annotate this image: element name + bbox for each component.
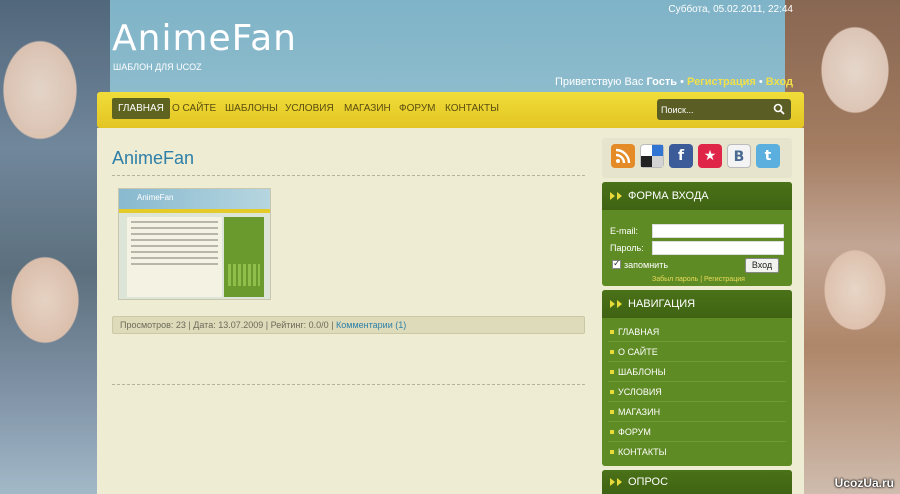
thumb-navbar <box>119 209 270 213</box>
poll-block: ОПРОС <box>602 470 792 494</box>
nav-item-terms[interactable]: УСЛОВИЯ <box>285 103 334 114</box>
poll-block-header: ОПРОС <box>602 470 792 494</box>
nav-item-about[interactable]: О САЙТЕ <box>172 103 216 114</box>
thumb-header: AnimeFan <box>119 189 270 209</box>
forgot-password-link[interactable]: Забыл пароль <box>652 276 698 283</box>
side-nav-terms[interactable]: УСЛОВИЯ <box>610 387 662 397</box>
side-nav-shop[interactable]: МАГАЗИН <box>610 407 660 417</box>
side-nav-home[interactable]: ГЛАВНАЯ <box>610 327 659 337</box>
login-link[interactable]: Вход <box>766 76 793 88</box>
search-box <box>657 99 791 120</box>
comments-link[interactable]: Комментарии (1) <box>336 320 406 330</box>
post-title[interactable]: AnimeFan <box>112 148 194 169</box>
user-greeting: Приветствую Вас Гость • Регистрация • Вх… <box>555 76 793 88</box>
watermark: UcozUa.ru <box>834 476 894 490</box>
greeting-separator: • <box>758 76 763 88</box>
post-thumbnail[interactable]: AnimeFan <box>118 188 271 300</box>
side-nav-forum[interactable]: ФОРУМ <box>610 427 651 437</box>
title-divider <box>112 175 585 176</box>
double-arrow-icon <box>610 300 622 308</box>
poll-block-title: ОПРОС <box>628 476 669 488</box>
content-area: AnimeFan AnimeFan Просмотров: 23 | Дата:… <box>97 128 804 494</box>
navigation-block: НАВИГАЦИЯ ГЛАВНАЯ О САЙТЕ ШАБЛОНЫ УСЛОВИ… <box>602 290 792 466</box>
navigation-block-title: НАВИГАЦИЯ <box>628 298 696 310</box>
site-slogan: ШАБЛОН ДЛЯ UCOZ <box>113 62 202 72</box>
side-nav-templates[interactable]: ШАБЛОНЫ <box>610 367 666 377</box>
rss-icon[interactable] <box>611 144 635 168</box>
main-navbar: ГЛАВНАЯ О САЙТЕ ШАБЛОНЫ УСЛОВИЯ МАГАЗИН … <box>97 92 804 128</box>
search-icon[interactable] <box>773 103 785 115</box>
post-date: 13.07.2009 <box>218 320 264 330</box>
password-label: Пароль: <box>610 243 644 253</box>
nav-item-templates[interactable]: ШАБЛОНЫ <box>225 103 278 114</box>
post-info-bar: Просмотров: 23 | Дата: 13.07.2009 | Рейт… <box>112 316 585 334</box>
nav-item-contacts[interactable]: КОНТАКТЫ <box>445 103 499 114</box>
greeting-separator: • <box>680 76 684 88</box>
register-small-link[interactable]: Регистрация <box>704 276 745 283</box>
nav-item-shop[interactable]: МАГАЗИН <box>344 103 391 114</box>
site-logo[interactable]: AnimeFan <box>112 18 297 59</box>
nav-item-home[interactable]: ГЛАВНАЯ <box>112 98 170 119</box>
remember-checkbox[interactable] <box>612 258 621 269</box>
delicious-icon[interactable] <box>640 144 664 168</box>
login-links-separator: | <box>700 276 703 283</box>
views-label: Просмотров: <box>120 320 174 330</box>
date-label: Дата: <box>193 320 216 330</box>
login-block-header: ФОРМА ВХОДА <box>602 182 792 210</box>
side-nav-contacts[interactable]: КОНТАКТЫ <box>610 447 667 457</box>
email-field[interactable] <box>652 224 784 238</box>
login-block: ФОРМА ВХОДА E-mail: Пароль: запомнить Вх… <box>602 182 792 286</box>
views-count: 23 <box>175 320 186 330</box>
login-block-title: ФОРМА ВХОДА <box>628 190 709 202</box>
twitter-icon[interactable]: t <box>756 144 780 168</box>
email-label: E-mail: <box>610 226 639 236</box>
double-arrow-icon <box>610 192 622 200</box>
current-datetime: Суббота, 05.02.2011, 22:44 <box>668 4 793 15</box>
greeting-text: Приветствую Вас <box>554 76 644 88</box>
side-nav-about[interactable]: О САЙТЕ <box>610 347 658 357</box>
thumb-calendar <box>228 264 260 286</box>
password-field[interactable] <box>652 241 784 255</box>
post-bottom-divider <box>112 384 585 385</box>
register-link[interactable]: Регистрация <box>687 76 756 88</box>
thumb-body <box>127 217 222 297</box>
login-submit-button[interactable]: Вход <box>745 258 779 273</box>
left-anime-artwork <box>0 0 110 494</box>
star-icon[interactable]: ★ <box>698 144 722 168</box>
post-rating: 0.0/0 <box>308 320 329 330</box>
navigation-block-header: НАВИГАЦИЯ <box>602 290 792 318</box>
guest-name: Гость <box>646 76 678 88</box>
remember-option[interactable]: запомнить <box>612 258 669 270</box>
search-input[interactable] <box>661 101 769 118</box>
double-arrow-icon <box>610 478 622 486</box>
rating-label: Рейтинг: <box>270 320 307 330</box>
facebook-icon[interactable]: f <box>669 144 693 168</box>
nav-item-forum[interactable]: ФОРУМ <box>399 103 436 114</box>
vkontakte-icon[interactable]: B <box>727 144 751 168</box>
social-icons-bar: f ★ B t <box>602 138 792 178</box>
remember-label: запомнить <box>624 260 669 270</box>
login-links: Забыл пароль | Регистрация <box>652 276 745 283</box>
